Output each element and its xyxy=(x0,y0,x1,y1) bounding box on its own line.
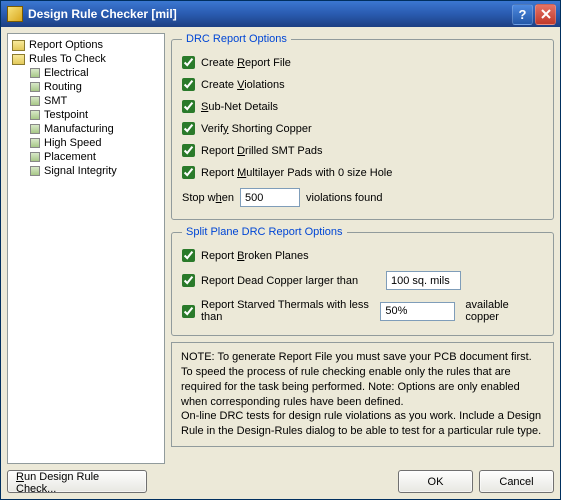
note-line: NOTE: To generate Report File you must s… xyxy=(181,350,544,365)
starved-thermals-suffix: available copper xyxy=(465,299,543,323)
tree-item-high-speed[interactable]: High Speed xyxy=(8,136,164,150)
tree-pane: Report Options Rules To Check Electrical… xyxy=(7,33,165,464)
folder-icon xyxy=(12,54,25,65)
run-label-rest: un Design Rule Check... xyxy=(16,471,99,495)
verify-shorting-checkbox[interactable] xyxy=(182,122,195,135)
stop-when-input[interactable] xyxy=(240,188,300,207)
rule-icon xyxy=(30,124,40,134)
ok-button[interactable]: OK xyxy=(398,470,473,493)
tree-label: Manufacturing xyxy=(44,123,114,135)
tree-item-routing[interactable]: Routing xyxy=(8,80,164,94)
create-report-label: Create Report File xyxy=(201,57,291,69)
close-button[interactable] xyxy=(535,4,556,25)
tree-label: Report Options xyxy=(29,39,103,51)
tree-item-placement[interactable]: Placement xyxy=(8,150,164,164)
help-button[interactable]: ? xyxy=(512,4,533,25)
tree-label: Signal Integrity xyxy=(44,165,117,177)
button-bar: Run Design Rule Check... OK Cancel xyxy=(7,464,554,493)
stop-when-label: Stop when xyxy=(182,192,234,204)
cancel-button[interactable]: Cancel xyxy=(479,470,554,493)
tree-item-smt[interactable]: SMT xyxy=(8,94,164,108)
rule-icon xyxy=(30,82,40,92)
note-line: To speed the process of rule checking en… xyxy=(181,365,544,410)
drc-report-options-group: DRC Report Options Create Report File Cr… xyxy=(171,33,554,220)
subnet-details-label: Sub-Net Details xyxy=(201,101,278,113)
rule-icon xyxy=(30,96,40,106)
right-pane: DRC Report Options Create Report File Cr… xyxy=(171,33,554,464)
tree-item-manufacturing[interactable]: Manufacturing xyxy=(8,122,164,136)
create-violations-label: Create Violations xyxy=(201,79,285,91)
subnet-details-checkbox[interactable] xyxy=(182,100,195,113)
dead-copper-checkbox[interactable] xyxy=(182,274,195,287)
tree-label: Routing xyxy=(44,81,82,93)
rule-icon xyxy=(30,166,40,176)
tree-item-rules-to-check[interactable]: Rules To Check xyxy=(8,52,164,66)
drilled-smt-checkbox[interactable] xyxy=(182,144,195,157)
verify-shorting-label: Verify Shorting Copper xyxy=(201,123,312,135)
dead-copper-input[interactable] xyxy=(386,271,461,290)
starved-thermals-label: Report Starved Thermals with less than xyxy=(201,299,380,323)
tree-item-report-options[interactable]: Report Options xyxy=(8,38,164,52)
rule-icon xyxy=(30,152,40,162)
dialog-window: Design Rule Checker [mil] ? Report Optio… xyxy=(0,0,561,500)
window-title: Design Rule Checker [mil] xyxy=(28,7,510,21)
create-report-checkbox[interactable] xyxy=(182,56,195,69)
split-plane-group: Split Plane DRC Report Options Report Br… xyxy=(171,226,554,336)
client-area: Report Options Rules To Check Electrical… xyxy=(1,27,560,499)
rule-icon xyxy=(30,138,40,148)
main-area: Report Options Rules To Check Electrical… xyxy=(7,33,554,464)
tree-item-electrical[interactable]: Electrical xyxy=(8,66,164,80)
stop-when-suffix: violations found xyxy=(306,192,382,204)
titlebar: Design Rule Checker [mil] ? xyxy=(1,1,560,27)
tree-label: Rules To Check xyxy=(29,53,106,65)
split-legend: Split Plane DRC Report Options xyxy=(182,226,347,238)
create-violations-checkbox[interactable] xyxy=(182,78,195,91)
run-drc-button[interactable]: Run Design Rule Check... xyxy=(7,470,147,493)
broken-planes-checkbox[interactable] xyxy=(182,249,195,262)
drc-legend: DRC Report Options xyxy=(182,33,291,45)
drilled-smt-label: Report Drilled SMT Pads xyxy=(201,145,322,157)
starved-thermals-input[interactable] xyxy=(380,302,455,321)
tree-item-signal-integrity[interactable]: Signal Integrity xyxy=(8,164,164,178)
tree-label: Testpoint xyxy=(44,109,88,121)
note-box: NOTE: To generate Report File you must s… xyxy=(171,342,554,447)
starved-thermals-checkbox[interactable] xyxy=(182,305,195,318)
app-icon xyxy=(7,6,23,22)
note-line: On-line DRC tests for design rule violat… xyxy=(181,409,544,439)
multilayer-checkbox[interactable] xyxy=(182,166,195,179)
multilayer-label: Report Multilayer Pads with 0 size Hole xyxy=(201,167,392,179)
tree-label: Electrical xyxy=(44,67,89,79)
folder-icon xyxy=(12,40,25,51)
dead-copper-label: Report Dead Copper larger than xyxy=(201,275,386,287)
rule-icon xyxy=(30,110,40,120)
rule-icon xyxy=(30,68,40,78)
tree-label: SMT xyxy=(44,95,67,107)
tree-label: Placement xyxy=(44,151,96,163)
tree-label: High Speed xyxy=(44,137,102,149)
tree-item-testpoint[interactable]: Testpoint xyxy=(8,108,164,122)
broken-planes-label: Report Broken Planes xyxy=(201,250,309,262)
